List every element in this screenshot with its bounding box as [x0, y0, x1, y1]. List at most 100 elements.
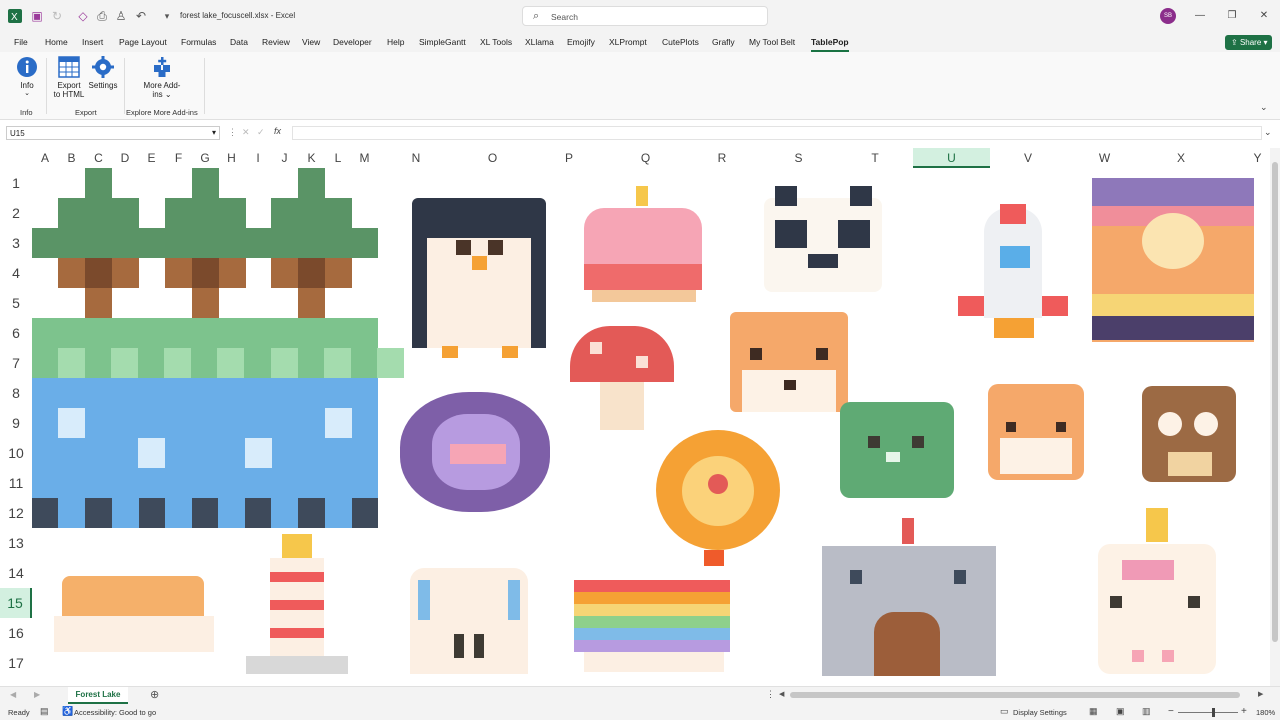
row-header-3[interactable]: 3	[0, 228, 32, 258]
row-header-13[interactable]: 13	[0, 528, 32, 558]
export-to-html-button[interactable]: Export to HTML	[52, 56, 86, 99]
restore-icon[interactable]: ❐	[1224, 8, 1240, 24]
sheet-tab-forest-lake[interactable]: Forest Lake	[68, 687, 128, 704]
add-sheet-icon[interactable]: ⊕	[150, 688, 159, 701]
accessibility-icon[interactable]: ♿	[62, 706, 73, 717]
tab-cuteplots[interactable]: CutePlots	[662, 37, 699, 47]
zoom-in-icon[interactable]: +	[1241, 706, 1247, 717]
search-box[interactable]: ⌕ Search	[522, 6, 768, 26]
expand-formula-bar-icon[interactable]: ⌄	[1264, 127, 1272, 138]
column-header-d[interactable]: D	[112, 148, 138, 168]
zoom-out-icon[interactable]: −	[1168, 706, 1174, 717]
tab-grafly[interactable]: Grafly	[712, 37, 735, 47]
scroll-sheets-right-icon[interactable]: ▶	[34, 690, 40, 699]
vertical-scrollbar[interactable]	[1270, 148, 1280, 686]
tab-xl-tools[interactable]: XL Tools	[480, 37, 512, 47]
eraser-icon[interactable]: ◇	[76, 9, 90, 23]
row-header-16[interactable]: 16	[0, 618, 32, 648]
column-header-x[interactable]: X	[1143, 148, 1219, 168]
column-header-u[interactable]: U	[913, 148, 990, 168]
tab-simplegantt[interactable]: SimpleGantt	[419, 37, 466, 47]
tab-my-tool-belt[interactable]: My Tool Belt	[749, 37, 795, 47]
macro-recording-icon[interactable]: ▤	[40, 706, 49, 717]
formula-bar-menu-icon[interactable]: ⋮	[228, 127, 237, 138]
settings-button[interactable]: Settings	[88, 56, 118, 90]
undo-icon[interactable]: ↶	[134, 9, 148, 23]
tab-view[interactable]: View	[302, 37, 320, 47]
display-settings-button[interactable]: Display Settings	[1013, 708, 1067, 717]
row-header-1[interactable]: 1	[0, 168, 32, 198]
name-box-dropdown-icon[interactable]: ▾	[212, 128, 216, 137]
column-header-a[interactable]: A	[32, 148, 58, 168]
tab-emojify[interactable]: Emojify	[567, 37, 595, 47]
insert-function-icon[interactable]: fx	[274, 126, 281, 136]
scroll-right-icon[interactable]: ▶	[1258, 690, 1263, 698]
confirm-entry-icon[interactable]: ✓	[257, 127, 265, 138]
tab-xlprompt[interactable]: XLPrompt	[609, 37, 647, 47]
display-settings-icon[interactable]: ▭	[1000, 706, 1009, 717]
row-header-18[interactable]: 18	[0, 678, 32, 686]
scroll-sheets-left-icon[interactable]: ◀	[10, 690, 16, 699]
column-header-f[interactable]: F	[165, 148, 192, 168]
collapse-ribbon-icon[interactable]: ⌄	[1260, 102, 1268, 113]
tab-review[interactable]: Review	[262, 37, 290, 47]
row-header-7[interactable]: 7	[0, 348, 32, 378]
column-header-c[interactable]: C	[85, 148, 112, 168]
user-avatar[interactable]: SB	[1160, 8, 1176, 24]
customize-dropdown-icon[interactable]: ▾	[160, 9, 174, 23]
minimize-icon[interactable]: —	[1192, 8, 1208, 24]
info-button[interactable]: Info ⌄	[14, 56, 40, 97]
page-layout-view-icon[interactable]: ▣	[1116, 706, 1125, 717]
tab-xllama[interactable]: XLlama	[525, 37, 554, 47]
row-header-14[interactable]: 14	[0, 558, 32, 588]
zoom-slider[interactable]	[1178, 708, 1238, 717]
scroll-left-icon[interactable]: ◀	[779, 690, 784, 698]
more-add-ins-button[interactable]: More Add- ins ⌄	[142, 56, 182, 99]
column-header-o[interactable]: O	[454, 148, 531, 168]
row-header-11[interactable]: 11	[0, 468, 32, 498]
row-header-8[interactable]: 8	[0, 378, 32, 408]
column-header-b[interactable]: B	[58, 148, 85, 168]
redo-icon[interactable]: ↻	[50, 9, 64, 23]
vertical-scrollbar-thumb[interactable]	[1272, 162, 1278, 642]
share-button[interactable]: ⇪ Share ▾	[1225, 35, 1272, 50]
row-header-2[interactable]: 2	[0, 198, 32, 228]
normal-view-icon[interactable]: ▦	[1089, 706, 1098, 717]
formula-input[interactable]	[292, 126, 1262, 140]
column-header-k[interactable]: K	[298, 148, 325, 168]
column-header-v[interactable]: V	[990, 148, 1066, 168]
row-header-9[interactable]: 9	[0, 408, 32, 438]
column-header-e[interactable]: E	[138, 148, 165, 168]
page-break-view-icon[interactable]: ▥	[1142, 706, 1151, 717]
tab-insert[interactable]: Insert	[82, 37, 103, 47]
column-header-s[interactable]: S	[760, 148, 837, 168]
tab-data[interactable]: Data	[230, 37, 248, 47]
save-icon[interactable]: ▣	[30, 9, 44, 23]
accessibility-status[interactable]: Accessibility: Good to go	[74, 708, 156, 717]
row-header-4[interactable]: 4	[0, 258, 32, 288]
row-header-12[interactable]: 12	[0, 498, 32, 528]
column-header-g[interactable]: G	[192, 148, 218, 168]
horizontal-scrollbar-thumb[interactable]	[790, 692, 1240, 698]
tab-file[interactable]: File	[14, 37, 28, 47]
name-box[interactable]: U15 ▾	[6, 126, 220, 140]
tab-developer[interactable]: Developer	[333, 37, 372, 47]
row-header-10[interactable]: 10	[0, 438, 32, 468]
tab-formulas[interactable]: Formulas	[181, 37, 216, 47]
column-header-w[interactable]: W	[1066, 148, 1143, 168]
row-header-17[interactable]: 17	[0, 648, 32, 678]
column-header-l[interactable]: L	[325, 148, 351, 168]
tab-page-layout[interactable]: Page Layout	[119, 37, 167, 47]
row-header-15[interactable]: 15	[0, 588, 32, 618]
column-header-i[interactable]: I	[245, 148, 271, 168]
column-header-n[interactable]: N	[378, 148, 454, 168]
column-header-y[interactable]: Y	[1219, 148, 1270, 168]
row-header-5[interactable]: 5	[0, 288, 32, 318]
worksheet-grid[interactable]: ABCDEFGHIJKLMNOPQRSTUVWXY 1 2 3 4 5 6 7 8 9 10 11 1…	[0, 148, 1270, 686]
column-header-r[interactable]: R	[684, 148, 760, 168]
column-header-p[interactable]: P	[531, 148, 607, 168]
column-header-j[interactable]: J	[271, 148, 298, 168]
zoom-level[interactable]: 180%	[1256, 708, 1275, 717]
tab-home[interactable]: Home	[45, 37, 68, 47]
tab-tablepop[interactable]: TablePop	[811, 37, 849, 52]
